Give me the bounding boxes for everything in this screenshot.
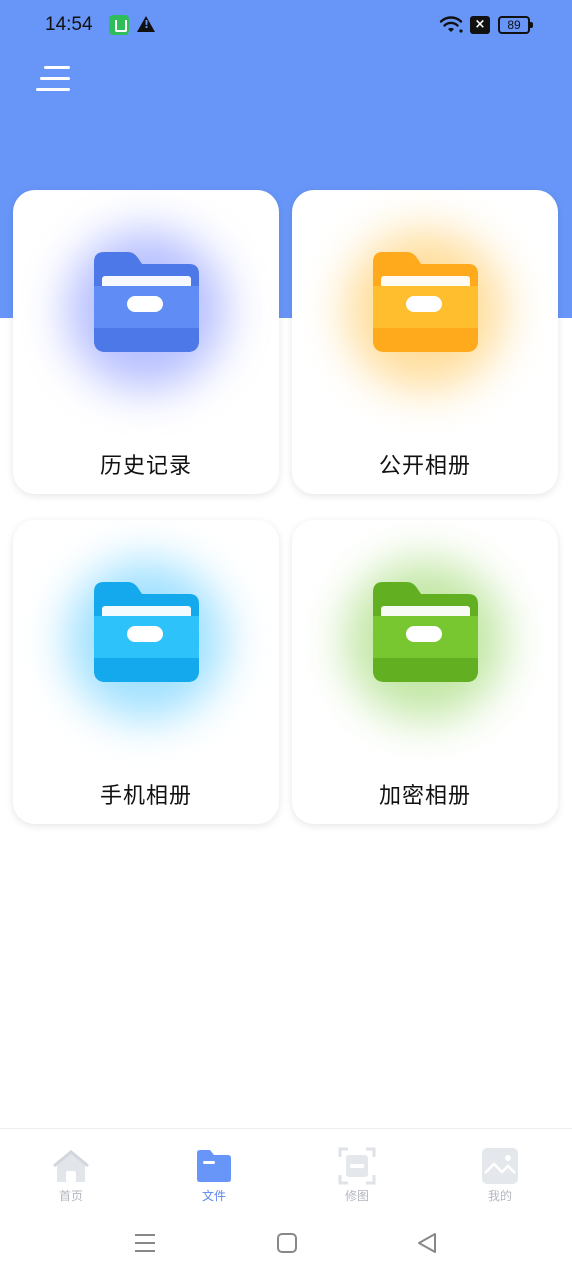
folder-label: 历史记录 [99, 454, 192, 479]
wifi-icon [439, 16, 463, 33]
folder-icon [373, 582, 478, 682]
folder-icon [94, 582, 199, 682]
menu-icon-line [40, 77, 70, 80]
menu-icon-line [44, 66, 70, 69]
recents-button[interactable] [134, 1232, 156, 1254]
tab-retouch[interactable]: 修图 [317, 1147, 397, 1207]
app-notification-icon [109, 15, 129, 35]
back-button[interactable] [416, 1232, 438, 1254]
tab-files[interactable]: 文件 [174, 1147, 254, 1207]
tab-label: 修图 [344, 1189, 369, 1203]
home-button[interactable] [276, 1232, 298, 1254]
folder-card-public-album[interactable]: 公开相册 [292, 190, 558, 494]
battery-icon: 89 [498, 16, 533, 34]
image-icon [482, 1148, 518, 1184]
folder-icon [94, 252, 199, 352]
home-icon [53, 1150, 89, 1182]
folder-card-phone-album[interactable]: 手机相册 [13, 520, 279, 824]
scan-edit-icon [338, 1147, 376, 1185]
menu-icon-line [36, 88, 70, 91]
tab-home[interactable]: 首页 [31, 1147, 111, 1207]
folder-label: 手机相册 [99, 784, 192, 809]
tab-label: 文件 [201, 1189, 226, 1203]
status-bar: 14:54 × 89 [0, 0, 572, 52]
folder-label: 公开相册 [378, 454, 471, 479]
system-nav-bar [0, 1208, 572, 1280]
folder-icon [373, 252, 478, 352]
tab-label: 首页 [58, 1189, 83, 1203]
no-sim-icon: × [470, 16, 490, 34]
menu-button[interactable] [36, 66, 72, 94]
folder-label: 加密相册 [378, 784, 471, 809]
tab-bar: 首页 文件 修图 我的 [0, 1128, 572, 1208]
tab-label: 我的 [487, 1189, 512, 1203]
folder-card-history[interactable]: 历史记录 [13, 190, 279, 494]
folder-card-encrypted-album[interactable]: 加密相册 [292, 520, 558, 824]
folder-icon [197, 1150, 231, 1182]
tab-mine[interactable]: 我的 [460, 1147, 540, 1207]
warning-icon [137, 16, 155, 32]
status-time: 14:54 [45, 14, 93, 35]
